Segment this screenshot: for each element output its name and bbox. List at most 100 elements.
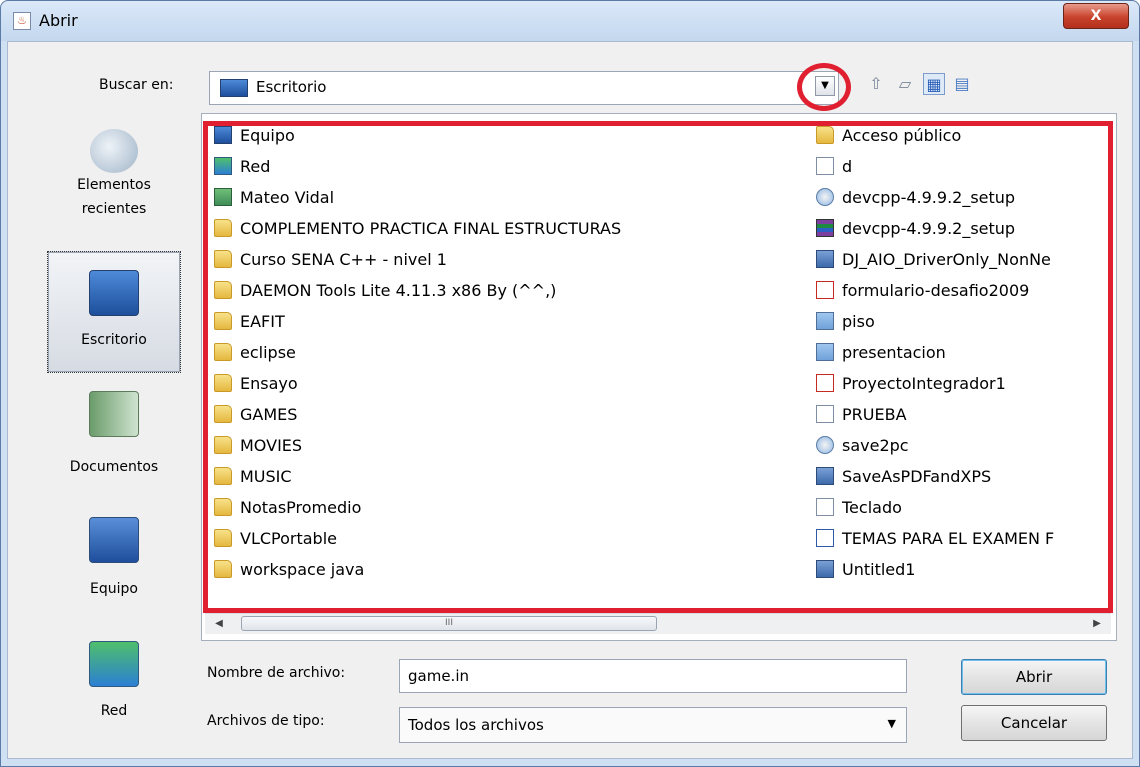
file-icon <box>816 405 834 423</box>
file-item[interactable]: MOVIES <box>214 434 302 458</box>
folder-icon <box>214 529 232 547</box>
place-desktop[interactable]: Escritorio <box>47 251 181 373</box>
new-folder-icon[interactable]: ▱ <box>894 73 916 95</box>
java-app-icon: ♨ <box>13 12 31 30</box>
file-list[interactable]: Equipo Red Mateo Vidal COMPLEMENTO PRACTICA… <box>201 113 1117 641</box>
file-item[interactable]: NotasPromedio <box>214 496 361 520</box>
file-item[interactable]: MUSIC <box>214 465 292 489</box>
file-item[interactable]: VLCPortable <box>214 527 337 551</box>
file-item[interactable]: d <box>816 155 852 179</box>
title-bar[interactable]: ♨ Abrir X <box>1 1 1139 41</box>
chevron-down-icon[interactable]: ▼ <box>815 76 835 96</box>
file-item[interactable]: workspace java <box>214 558 364 582</box>
file-item[interactable]: Mateo Vidal <box>214 186 334 210</box>
place-computer[interactable]: Equipo <box>47 517 181 601</box>
word-icon <box>816 529 834 547</box>
recent-items-icon <box>90 129 138 173</box>
file-item[interactable]: Ensayo <box>214 372 298 396</box>
user-icon <box>214 188 232 206</box>
file-name: SaveAsPDFandXPS <box>842 467 992 486</box>
file-item[interactable]: TEMAS PARA EL EXAMEN F <box>816 527 1054 551</box>
file-name: Ensayo <box>240 374 298 393</box>
open-dialog: ♨ Abrir X Buscar en: Escritorio ▼ ⇧ ▱ ▦ … <box>0 0 1140 767</box>
file-item[interactable]: Equipo <box>214 124 295 148</box>
file-name: presentacion <box>842 343 946 362</box>
file-item[interactable]: Red <box>214 155 270 179</box>
file-item[interactable]: eclipse <box>214 341 296 365</box>
file-name: MUSIC <box>240 467 292 486</box>
file-icon <box>816 498 834 516</box>
folder-icon <box>214 343 232 361</box>
app-icon <box>816 467 834 485</box>
file-name: save2pc <box>842 436 909 455</box>
folder-icon <box>214 467 232 485</box>
file-name: ProyectoIntegrador1 <box>842 374 1006 393</box>
file-name: PRUEBA <box>842 405 907 424</box>
scroll-thumb[interactable]: III <box>241 616 657 631</box>
img-icon <box>816 343 834 361</box>
file-item[interactable]: DAEMON Tools Lite 4.11.3 x86 By (^^,) <box>214 279 556 303</box>
file-item[interactable]: formulario-desafio2009 <box>816 279 1029 303</box>
computer-icon <box>89 517 139 563</box>
img-icon <box>816 312 834 330</box>
details-view-icon[interactable]: ▤ <box>951 73 973 95</box>
file-item[interactable]: EAFIT <box>214 310 285 334</box>
list-view-icon[interactable]: ▦ <box>923 73 945 95</box>
file-item[interactable]: piso <box>816 310 875 334</box>
file-name: TEMAS PARA EL EXAMEN F <box>842 529 1055 548</box>
file-name: Red <box>240 157 271 176</box>
file-item[interactable]: DJ_AIO_DriverOnly_NonNe <box>816 248 1051 272</box>
file-item[interactable]: save2pc <box>816 434 909 458</box>
file-name: piso <box>842 312 875 331</box>
file-item[interactable]: presentacion <box>816 341 946 365</box>
rar-icon <box>816 219 834 237</box>
file-item[interactable]: devcpp-4.9.9.2_setup <box>816 217 1015 241</box>
folder-icon <box>214 560 232 578</box>
open-button[interactable]: Abrir <box>961 659 1107 695</box>
file-icon <box>816 157 834 175</box>
file-item[interactable]: ProyectoIntegrador1 <box>816 372 1006 396</box>
file-item[interactable]: Teclado <box>816 496 902 520</box>
scroll-left-icon[interactable]: ◀ <box>209 614 229 634</box>
lookin-combo[interactable]: Escritorio ▼ <box>209 71 839 105</box>
file-item[interactable]: Acceso público <box>816 124 961 148</box>
file-item[interactable]: SaveAsPDFandXPS <box>816 465 991 489</box>
filetype-combo[interactable]: Todos los archivos ▼ <box>399 707 907 743</box>
file-item[interactable]: COMPLEMENTO PRACTICA FINAL ESTRUCTURAS <box>214 217 621 241</box>
file-name: d <box>842 157 853 176</box>
file-item[interactable]: Curso SENA C++ - nivel 1 <box>214 248 447 272</box>
file-name: Mateo Vidal <box>240 188 335 207</box>
setup-icon <box>816 436 834 454</box>
scroll-right-icon[interactable]: ▶ <box>1087 614 1107 634</box>
file-name: Untitled1 <box>842 560 916 579</box>
setup-icon <box>816 188 834 206</box>
up-folder-icon[interactable]: ⇧ <box>865 73 887 95</box>
folder-icon <box>214 405 232 423</box>
folder-icon <box>214 374 232 392</box>
file-item[interactable]: Untitled1 <box>816 558 915 582</box>
documents-icon <box>89 391 139 437</box>
place-documents[interactable]: Documentos <box>47 391 181 479</box>
folder-icon <box>214 219 232 237</box>
place-recent[interactable]: Elementos recientes <box>47 129 181 221</box>
horizontal-scrollbar[interactable]: ◀ III ▶ <box>205 613 1111 634</box>
file-name: Curso SENA C++ - nivel 1 <box>240 250 447 269</box>
filename-field[interactable]: game.in <box>399 659 907 693</box>
close-button[interactable]: X <box>1063 3 1129 29</box>
net-icon <box>214 157 232 175</box>
place-network[interactable]: Red <box>47 641 181 723</box>
chevron-down-icon[interactable]: ▼ <box>888 717 896 730</box>
pdf-icon <box>816 281 834 299</box>
cancel-button[interactable]: Cancelar <box>961 705 1107 741</box>
file-name: workspace java <box>240 560 365 579</box>
folder-icon <box>214 498 232 516</box>
folder-icon <box>214 281 232 299</box>
file-name: Equipo <box>240 126 295 145</box>
file-item[interactable]: GAMES <box>214 403 297 427</box>
filename-label: Nombre de archivo: <box>207 665 346 681</box>
file-name: devcpp-4.9.9.2_setup <box>842 219 1016 238</box>
file-item[interactable]: devcpp-4.9.9.2_setup <box>816 186 1015 210</box>
file-name: NotasPromedio <box>240 498 362 517</box>
pdf-icon <box>816 374 834 392</box>
file-item[interactable]: PRUEBA <box>816 403 907 427</box>
